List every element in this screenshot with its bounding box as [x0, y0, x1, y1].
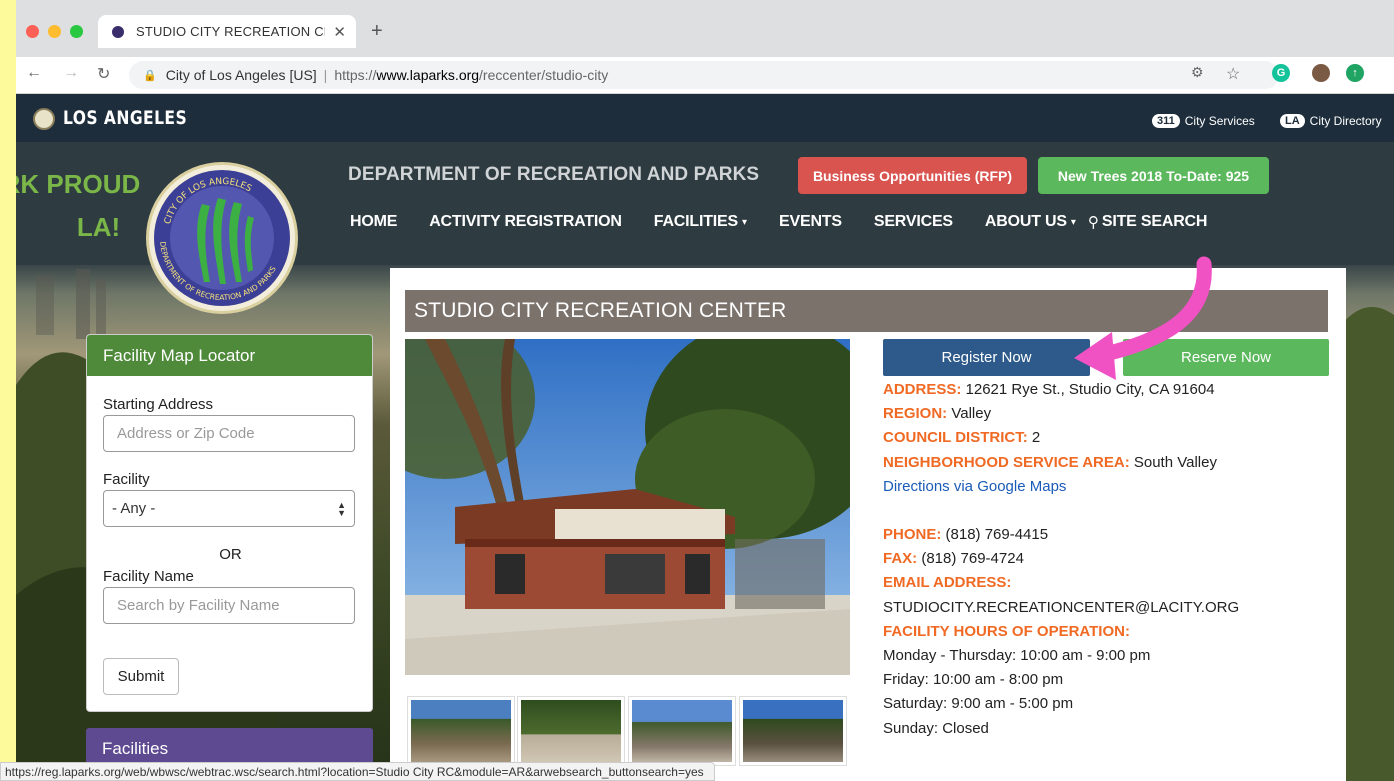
facility-select[interactable]: - Any - ▲ ▼	[103, 490, 355, 527]
nav-site-search[interactable]: SITE SEARCH	[1102, 213, 1208, 233]
email-label: EMAIL ADDRESS:	[883, 574, 1012, 592]
webpage: LOS ANGELES 311 City Services LA City Di…	[16, 94, 1394, 781]
photo-thumbnail[interactable]	[517, 696, 625, 766]
fax-row: FAX: (818) 769-4724	[883, 550, 1024, 568]
los-angeles-brand[interactable]: LOS ANGELES	[63, 107, 187, 129]
new-tab-icon[interactable]: +	[371, 20, 383, 43]
close-window-button[interactable]	[26, 25, 39, 38]
chevron-down-icon: ▾	[1070, 217, 1076, 228]
photo-thumbnail[interactable]	[407, 696, 515, 766]
facility-name-label: Facility Name	[103, 568, 194, 585]
page-title: STUDIO CITY RECREATION CENTER	[405, 290, 1328, 332]
slogan-line-2: LA!	[76, 212, 121, 242]
hours-row: Saturday: 9:00 am - 5:00 pm	[883, 695, 1074, 713]
browser-chrome: STUDIO CITY RECREATION CE ✕ + ← → ↻ 🔒 Ci…	[16, 0, 1394, 94]
hours-row: Friday: 10:00 am - 8:00 pm	[883, 671, 1064, 689]
link-status-bar: https://reg.laparks.org/web/wbwsc/webtra…	[0, 762, 715, 781]
url-separator: |	[323, 67, 328, 83]
select-arrows-icon: ▲ ▼	[337, 500, 346, 518]
browser-toolbar: ← → ↻ 🔒 City of Los Angeles [US] | https…	[16, 57, 1394, 94]
grammarly-extension-icon[interactable]: G	[1272, 64, 1290, 82]
facility-details: ADDRESS: 12621 Rye St., Studio City, CA …	[883, 378, 1333, 741]
nav-facilities[interactable]: FACILITIES	[654, 213, 738, 233]
city-services-link[interactable]: 311 City Services	[1152, 114, 1255, 128]
bookmark-star-icon[interactable]: ☆	[1226, 64, 1240, 84]
or-divider: OR	[219, 546, 242, 563]
photo-thumbnail[interactable]	[628, 696, 736, 766]
311-badge: 311	[1152, 114, 1180, 128]
nav-services[interactable]: SERVICES	[874, 213, 953, 233]
tab-strip: STUDIO CITY RECREATION CE ✕ +	[16, 0, 1394, 60]
nav-about-us[interactable]: ABOUT US	[985, 213, 1067, 233]
starting-address-label: Starting Address	[103, 396, 214, 413]
google-maps-directions-link[interactable]: Directions via Google Maps	[883, 478, 1066, 495]
minimize-window-button[interactable]	[48, 25, 61, 38]
email-value[interactable]: STUDIOCITY.RECREATIONCENTER@LACITY.ORG	[883, 596, 1333, 620]
reload-icon[interactable]: ↻	[97, 64, 110, 84]
region-row: REGION: Valley	[883, 405, 992, 423]
council-district-row: COUNCIL DISTRICT: 2	[883, 429, 1041, 447]
site-identity-label: City of Los Angeles [US]	[165, 67, 317, 83]
locator-title: Facility Map Locator	[87, 335, 372, 376]
facility-map-locator: Facility Map Locator Starting Address Ad…	[86, 334, 373, 712]
reserve-now-button[interactable]: Reserve Now	[1123, 339, 1329, 376]
lock-icon: 🔒	[143, 69, 157, 82]
update-extension-icon[interactable]: ↑	[1346, 64, 1364, 82]
facility-name-input[interactable]: Search by Facility Name	[103, 587, 355, 624]
slogan-line-1: RK PROUD	[16, 169, 141, 199]
nav-events[interactable]: EVENTS	[779, 213, 842, 233]
city-services-label: City Services	[1184, 114, 1255, 128]
hours-label: FACILITY HOURS OF OPERATION:	[883, 622, 1130, 640]
facility-select-value: - Any -	[112, 500, 156, 517]
url-domain: www.laparks.org	[376, 67, 480, 83]
forward-arrow-icon[interactable]: →	[63, 64, 79, 82]
main-navigation: HOME ACTIVITY REGISTRATION FACILITIES ▾ …	[350, 213, 1207, 233]
tab-close-icon[interactable]: ✕	[333, 23, 346, 41]
department-logo[interactable]: CITY OF LOS ANGELES DEPARTMENT OF RECREA…	[144, 160, 300, 316]
nav-home[interactable]: HOME	[350, 213, 397, 233]
facility-label: Facility	[103, 471, 150, 488]
department-title: DEPARTMENT OF RECREATION AND PARKS	[348, 164, 760, 185]
translate-icon[interactable]: ⚙	[1191, 64, 1204, 81]
tab-favicon-icon	[112, 25, 124, 38]
tab-title: STUDIO CITY RECREATION CE	[136, 24, 326, 39]
city-topbar: LOS ANGELES 311 City Services LA City Di…	[16, 94, 1394, 142]
chevron-down-icon: ▾	[742, 217, 748, 228]
la-badge: LA	[1280, 114, 1305, 128]
city-directory-label: City Directory	[1309, 114, 1382, 128]
back-arrow-icon[interactable]: ←	[26, 64, 42, 82]
main-content: STUDIO CITY RECREATION CENTER Register N…	[390, 268, 1346, 781]
phone-row: PHONE: (818) 769-4415	[883, 526, 1049, 544]
nav-activity-registration[interactable]: ACTIVITY REGISTRATION	[429, 213, 622, 233]
starting-address-input[interactable]: Address or Zip Code	[103, 415, 355, 452]
window-controls	[26, 25, 83, 38]
submit-button[interactable]: Submit	[103, 658, 179, 695]
browser-tab[interactable]: STUDIO CITY RECREATION CE ✕	[98, 15, 356, 48]
url-scheme: https://	[334, 67, 377, 83]
search-icon: ⚲	[1087, 214, 1099, 231]
url-path: /reccenter/studio-city	[479, 67, 609, 83]
city-directory-link[interactable]: LA City Directory	[1280, 114, 1382, 128]
recreation-center-photo[interactable]	[405, 339, 850, 675]
address-row: ADDRESS: 12621 Rye St., Studio City, CA …	[883, 381, 1215, 398]
neighborhood-service-area-row: NEIGHBORHOOD SERVICE AREA: South Valley	[883, 453, 1217, 471]
proud-slogan: RK PROUD LA!	[16, 163, 146, 249]
profile-avatar[interactable]	[1312, 64, 1330, 82]
rfp-button[interactable]: Business Opportunities (RFP)	[798, 157, 1027, 194]
maximize-window-button[interactable]	[70, 25, 83, 38]
hours-row: Monday - Thursday: 10:00 am - 9:00 pm	[883, 647, 1151, 665]
photo-thumbnail[interactable]	[739, 696, 847, 766]
address-bar[interactable]: 🔒 City of Los Angeles [US] | https://www…	[129, 61, 1279, 89]
new-trees-button[interactable]: New Trees 2018 To-Date: 925	[1038, 157, 1269, 194]
register-now-button[interactable]: Register Now	[883, 339, 1090, 376]
hours-row: Sunday: Closed	[883, 719, 989, 737]
city-seal-icon	[33, 108, 55, 130]
